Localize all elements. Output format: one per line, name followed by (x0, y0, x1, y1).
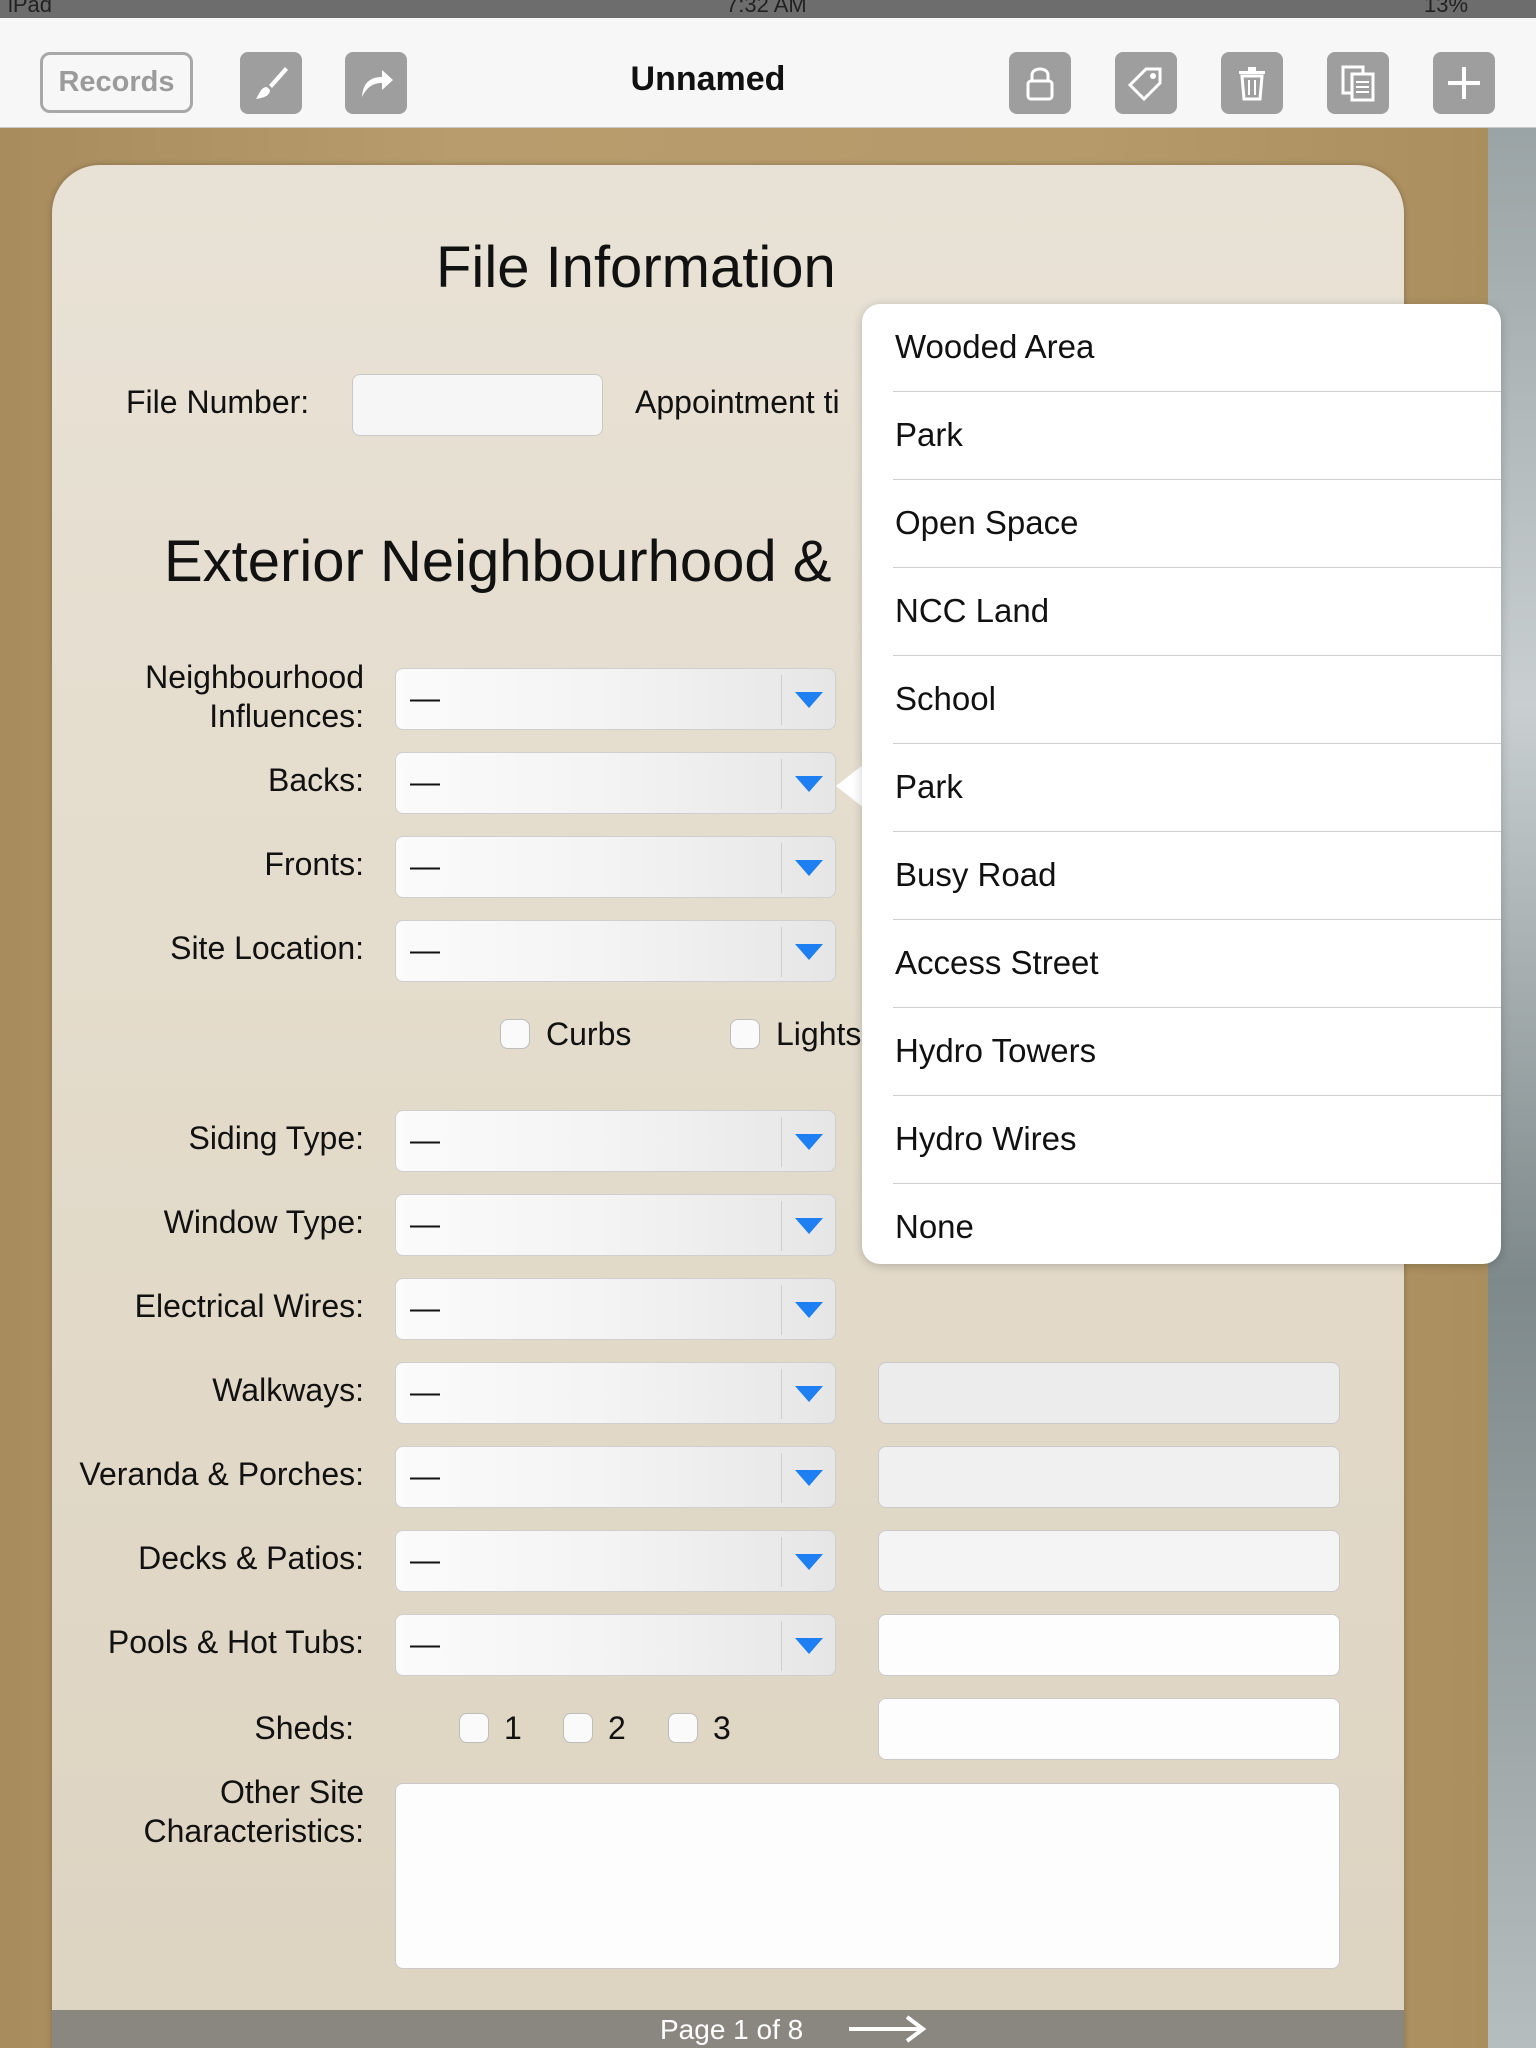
lock-button[interactable] (1009, 52, 1071, 114)
dropdown-option[interactable]: School (862, 656, 1501, 744)
field-label-pools: Pools & Hot Tubs: (107, 1624, 364, 1660)
battery-label: 13% (1424, 0, 1469, 17)
dropdown-arrow-icon (795, 1638, 823, 1654)
field-label-electrical-wires: Electrical Wires: (134, 1288, 364, 1324)
carrier-label: iPad (8, 0, 53, 17)
checkbox-label-lights: Lights (776, 1016, 862, 1052)
select-window-type[interactable]: — (395, 1194, 836, 1256)
checkbox-sheds-2[interactable] (563, 1713, 593, 1743)
popover-pointer (836, 764, 864, 808)
select-veranda-porches[interactable]: — (395, 1446, 836, 1508)
select-backs[interactable]: — (395, 752, 836, 814)
dropdown-arrow-icon (795, 1470, 823, 1486)
dropdown-arrow-icon (795, 776, 823, 792)
pools-notes-input[interactable] (878, 1614, 1340, 1676)
tag-button[interactable] (1115, 52, 1177, 114)
decks-notes-input[interactable] (878, 1530, 1340, 1592)
select-walkways[interactable]: — (395, 1362, 836, 1424)
brush-button[interactable] (240, 52, 302, 114)
toolbar: Records Unnamed (0, 20, 1536, 128)
select-site-location[interactable]: — (395, 920, 836, 982)
trash-icon (1239, 67, 1265, 101)
dropdown-option[interactable]: NCC Land (862, 568, 1501, 656)
dropdown-arrow-icon (795, 944, 823, 960)
select-neighbourhood-influences[interactable]: — (395, 668, 836, 730)
duplicate-button[interactable] (1327, 52, 1389, 114)
veranda-notes-input[interactable] (878, 1446, 1340, 1508)
dropdown-option[interactable]: Hydro Towers (862, 1008, 1501, 1096)
tag-icon (1127, 67, 1162, 102)
checkbox-sheds-1[interactable] (459, 1713, 489, 1743)
dropdown-option[interactable]: Wooded Area (862, 304, 1501, 392)
add-record-button[interactable] (1433, 52, 1495, 114)
dropdown-arrow-icon (795, 1386, 823, 1402)
other-site-characteristics-textarea[interactable] (395, 1783, 1340, 1969)
sheds-notes-input[interactable] (878, 1698, 1340, 1760)
dropdown-option[interactable]: Hydro Wires (862, 1096, 1501, 1184)
checkbox-label-curbs: Curbs (546, 1016, 632, 1052)
brush-icon (256, 67, 288, 99)
dropdown-option[interactable]: None (862, 1184, 1501, 1272)
select-siding-type[interactable]: — (395, 1110, 836, 1172)
dropdown-arrow-icon (795, 1218, 823, 1234)
dropdown-option[interactable]: Open Space (862, 480, 1501, 568)
records-button[interactable]: Records (40, 52, 193, 113)
dropdown-option[interactable]: Busy Road (862, 832, 1501, 920)
field-label-site-location: Site Location: (170, 930, 364, 966)
share-button[interactable] (345, 52, 407, 114)
page-title: Unnamed (630, 60, 786, 98)
heading-file-information: File Information (436, 235, 836, 300)
field-label-veranda: Veranda & Porches: (79, 1456, 364, 1492)
checkbox-label-sheds-1: 1 (504, 1710, 522, 1746)
checkbox-lights[interactable] (730, 1019, 760, 1049)
sheds-label: Sheds: (254, 1710, 354, 1746)
status-bar: iPad 7:32 AM 13% (0, 0, 1536, 22)
dropdown-option[interactable]: Park (862, 392, 1501, 480)
field-label-backs: Backs: (267, 762, 364, 798)
select-fronts[interactable]: — (395, 836, 836, 898)
appointment-time-label: Appointment ti (635, 384, 840, 420)
file-number-label: File Number: (126, 384, 310, 420)
field-label-decks: Decks & Patios: (138, 1540, 364, 1576)
checkbox-label-sheds-2: 2 (608, 1710, 626, 1746)
checkbox-curbs[interactable] (500, 1019, 530, 1049)
dropdown-option[interactable]: Park (862, 744, 1501, 832)
heading-exterior: Exterior Neighbourhood & (164, 529, 832, 594)
page-footer: Page 1 of 8 (52, 2010, 1404, 2048)
walkways-notes-input[interactable] (878, 1362, 1340, 1424)
lock-icon (1026, 67, 1054, 101)
select-pools-hot-tubs[interactable]: — (395, 1614, 836, 1676)
file-number-input[interactable] (352, 374, 603, 436)
other-site-label-line2: Characteristics: (143, 1813, 365, 1849)
field-label-neighbourhood: Neighbourhood Influences: (145, 659, 364, 734)
dropdown-arrow-icon (795, 860, 823, 876)
field-label-walkways: Walkways: (212, 1372, 364, 1408)
select-decks-patios[interactable]: — (395, 1530, 836, 1592)
next-page-arrow-icon[interactable] (847, 2014, 927, 2044)
dropdown-arrow-icon (795, 692, 823, 708)
field-label-siding-type: Siding Type: (188, 1120, 364, 1156)
dropdown-arrow-icon (795, 1302, 823, 1318)
trash-button[interactable] (1221, 52, 1283, 114)
status-time: 7:32 AM (726, 0, 807, 17)
select-electrical-wires[interactable]: — (395, 1278, 836, 1340)
dropdown-arrow-icon (795, 1554, 823, 1570)
dropdown-option[interactable]: Access Street (862, 920, 1501, 1008)
field-label-fronts: Fronts: (264, 846, 364, 882)
checkbox-label-sheds-3: 3 (713, 1710, 731, 1746)
share-icon (362, 70, 393, 97)
dropdown-arrow-icon (795, 1134, 823, 1150)
duplicate-icon (1341, 65, 1375, 102)
checkbox-sheds-3[interactable] (668, 1713, 698, 1743)
other-site-label-line1: Other Site (219, 1774, 364, 1810)
dropdown-popover: Wooded Area Park Open Space NCC Land Sch… (862, 304, 1501, 1264)
field-label-window-type: Window Type: (163, 1204, 364, 1240)
plus-icon (1448, 67, 1480, 99)
page-indicator: Page 1 of 8 (660, 2014, 804, 2045)
